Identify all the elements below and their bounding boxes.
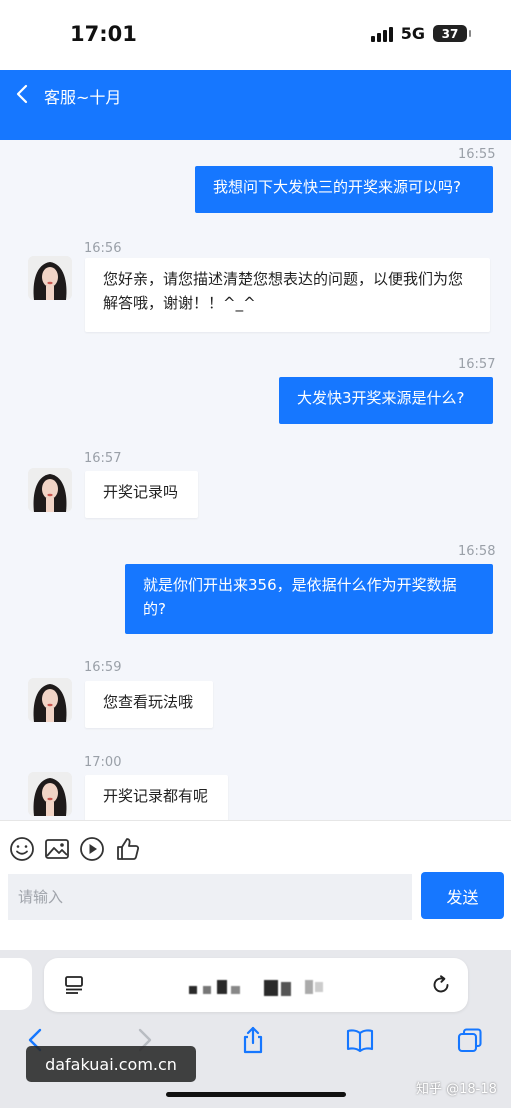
avatar[interactable] — [28, 678, 72, 722]
message-time: 16:55 — [458, 147, 496, 162]
watermark-right: 知乎 @18-18 — [416, 1082, 497, 1097]
network-label: 5G — [400, 24, 425, 43]
back-icon[interactable] — [14, 84, 32, 104]
chat-area[interactable]: 16:55 我想问下大发快三的开奖来源可以吗? 16:56 您好亲，请您描述清楚… — [0, 140, 511, 820]
avatar[interactable] — [28, 468, 72, 512]
status-bar: 17:01 5G 37 — [0, 0, 511, 70]
message-time: 16:57 — [84, 451, 122, 466]
page-title: 客服~十月 — [44, 88, 122, 107]
thumbs-up-icon[interactable] — [115, 836, 141, 862]
play-icon[interactable] — [79, 836, 105, 862]
message-time: 16:58 — [458, 544, 496, 559]
tabs-icon[interactable] — [456, 1026, 484, 1054]
avatar[interactable] — [28, 772, 72, 816]
message-outgoing[interactable]: 大发快3开奖来源是什么? — [279, 377, 493, 424]
avatar-image — [28, 678, 72, 722]
message-time: 16:59 — [84, 660, 122, 675]
status-time: 17:01 — [70, 22, 137, 46]
message-incoming[interactable]: 开奖记录吗 — [85, 471, 198, 518]
avatar[interactable] — [28, 256, 72, 300]
share-icon[interactable] — [239, 1026, 267, 1054]
input-row: 发送 — [0, 870, 511, 950]
url-text-redacted — [189, 978, 339, 996]
message-input[interactable] — [8, 874, 412, 920]
message-time: 16:57 — [458, 357, 496, 372]
address-bar[interactable] — [44, 958, 468, 1012]
emoji-icon[interactable] — [9, 836, 35, 862]
avatar-image — [28, 256, 72, 300]
message-incoming[interactable]: 开奖记录都有呢 — [85, 775, 228, 820]
watermark-left: dafakuai.com.cn — [26, 1046, 196, 1082]
message-outgoing[interactable]: 就是你们开出来356，是依据什么作为开奖数据的? — [125, 564, 493, 634]
image-icon[interactable] — [44, 836, 70, 862]
reader-icon[interactable] — [64, 974, 86, 996]
message-time: 17:00 — [84, 755, 122, 770]
message-outgoing[interactable]: 我想问下大发快三的开奖来源可以吗? — [195, 166, 493, 213]
avatar-image — [28, 772, 72, 816]
message-time: 16:56 — [84, 241, 122, 256]
send-button[interactable]: 发送 — [421, 872, 504, 919]
chat-toolbar — [0, 820, 511, 870]
message-incoming[interactable]: 您好亲，请您描述清楚您想表达的问题，以便我们为您解答哦，谢谢！！^_^ — [85, 258, 490, 332]
previous-tab[interactable] — [0, 958, 32, 1010]
home-indicator — [166, 1092, 346, 1097]
battery-level: 37 — [441, 26, 459, 41]
bookmarks-icon[interactable] — [346, 1026, 374, 1054]
reload-icon[interactable] — [430, 974, 452, 996]
signal-icon — [370, 26, 393, 42]
chat-header: 客服~十月 — [0, 70, 511, 140]
battery-icon: 37 — [433, 25, 471, 42]
status-indicators: 5G 37 — [370, 24, 471, 43]
message-incoming[interactable]: 您查看玩法哦 — [85, 681, 213, 728]
avatar-image — [28, 468, 72, 512]
